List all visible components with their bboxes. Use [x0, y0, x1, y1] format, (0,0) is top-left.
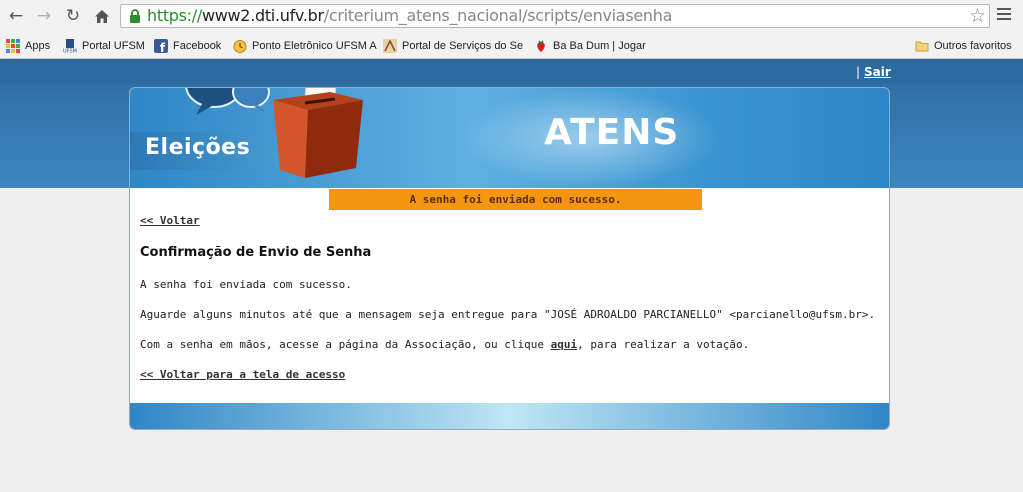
- reload-icon[interactable]: ↻: [63, 6, 83, 26]
- bookmark-facebook[interactable]: f Facebook: [154, 37, 221, 54]
- browser-toolbar: ← → ↻ https://www2.dti.ufv.br/criterium_…: [0, 0, 1023, 33]
- wait-text: Aguarde alguns minutos até que a mensage…: [140, 308, 876, 321]
- svg-text:UFSM: UFSM: [63, 48, 77, 53]
- url-text[interactable]: https://www2.dti.ufv.br/criterium_atens_…: [147, 6, 672, 26]
- bookmark-portal-servicos[interactable]: Portal de Serviços do Se: [383, 37, 523, 54]
- ballot-box-icon: [185, 88, 363, 178]
- page-title: Confirmação de Envio de Senha: [140, 245, 372, 260]
- bookmark-star-icon[interactable]: ☆: [969, 5, 986, 27]
- back-arrow-icon[interactable]: ←: [6, 6, 26, 26]
- home-icon[interactable]: [92, 6, 112, 26]
- bookmarks-bar: Apps UFSM Portal UFSM f Facebook Ponto E…: [0, 33, 1023, 59]
- ufsm-logo-icon: UFSM: [63, 38, 77, 53]
- main-panel: Eleições ATENS A senha foi enviada com s…: [129, 87, 890, 430]
- bookmark-apps[interactable]: Apps: [6, 37, 50, 54]
- back-to-access-link[interactable]: << Voltar para a tela de acesso: [140, 368, 345, 381]
- logout-link[interactable]: Sair: [864, 65, 891, 79]
- bookmark-portal-ufsm[interactable]: UFSM Portal UFSM: [63, 37, 145, 54]
- success-alert: A senha foi enviada com sucesso.: [329, 189, 702, 210]
- bookmark-ba-ba-dum[interactable]: Ba Ba Dum | Jogar: [534, 37, 646, 54]
- site-banner: Eleições ATENS: [130, 88, 889, 188]
- portal-servicos-icon: [383, 38, 397, 53]
- bookmark-ponto-eletronico[interactable]: Ponto Eletrônico UFSM A: [233, 37, 377, 54]
- vote-here-link[interactable]: aqui: [551, 338, 578, 351]
- strawberry-icon: [537, 39, 545, 52]
- clock-icon: [233, 39, 247, 53]
- lock-icon: [130, 9, 140, 23]
- separator: |: [856, 65, 861, 79]
- facebook-icon: f: [154, 38, 168, 53]
- menu-icon[interactable]: [997, 8, 1011, 22]
- success-text: A senha foi enviada com sucesso.: [140, 278, 352, 291]
- footer-bar: [130, 403, 889, 429]
- bookmark-other-favorites[interactable]: Outros favoritos: [915, 37, 1012, 54]
- apps-grid-icon: [6, 38, 20, 53]
- svg-text:f: f: [160, 41, 166, 53]
- top-bar: | Sair: [0, 59, 1023, 84]
- forward-arrow-icon[interactable]: →: [34, 6, 54, 26]
- back-link[interactable]: << Voltar: [140, 214, 200, 227]
- web-page: | Sair Eleições ATENS A senha foi enviad…: [0, 59, 1023, 492]
- site-title: ATENS: [544, 112, 680, 153]
- folder-icon: [915, 41, 929, 51]
- address-bar[interactable]: https://www2.dti.ufv.br/criterium_atens_…: [120, 4, 990, 28]
- vote-text: Com a senha em mãos, acesse a página da …: [140, 338, 750, 351]
